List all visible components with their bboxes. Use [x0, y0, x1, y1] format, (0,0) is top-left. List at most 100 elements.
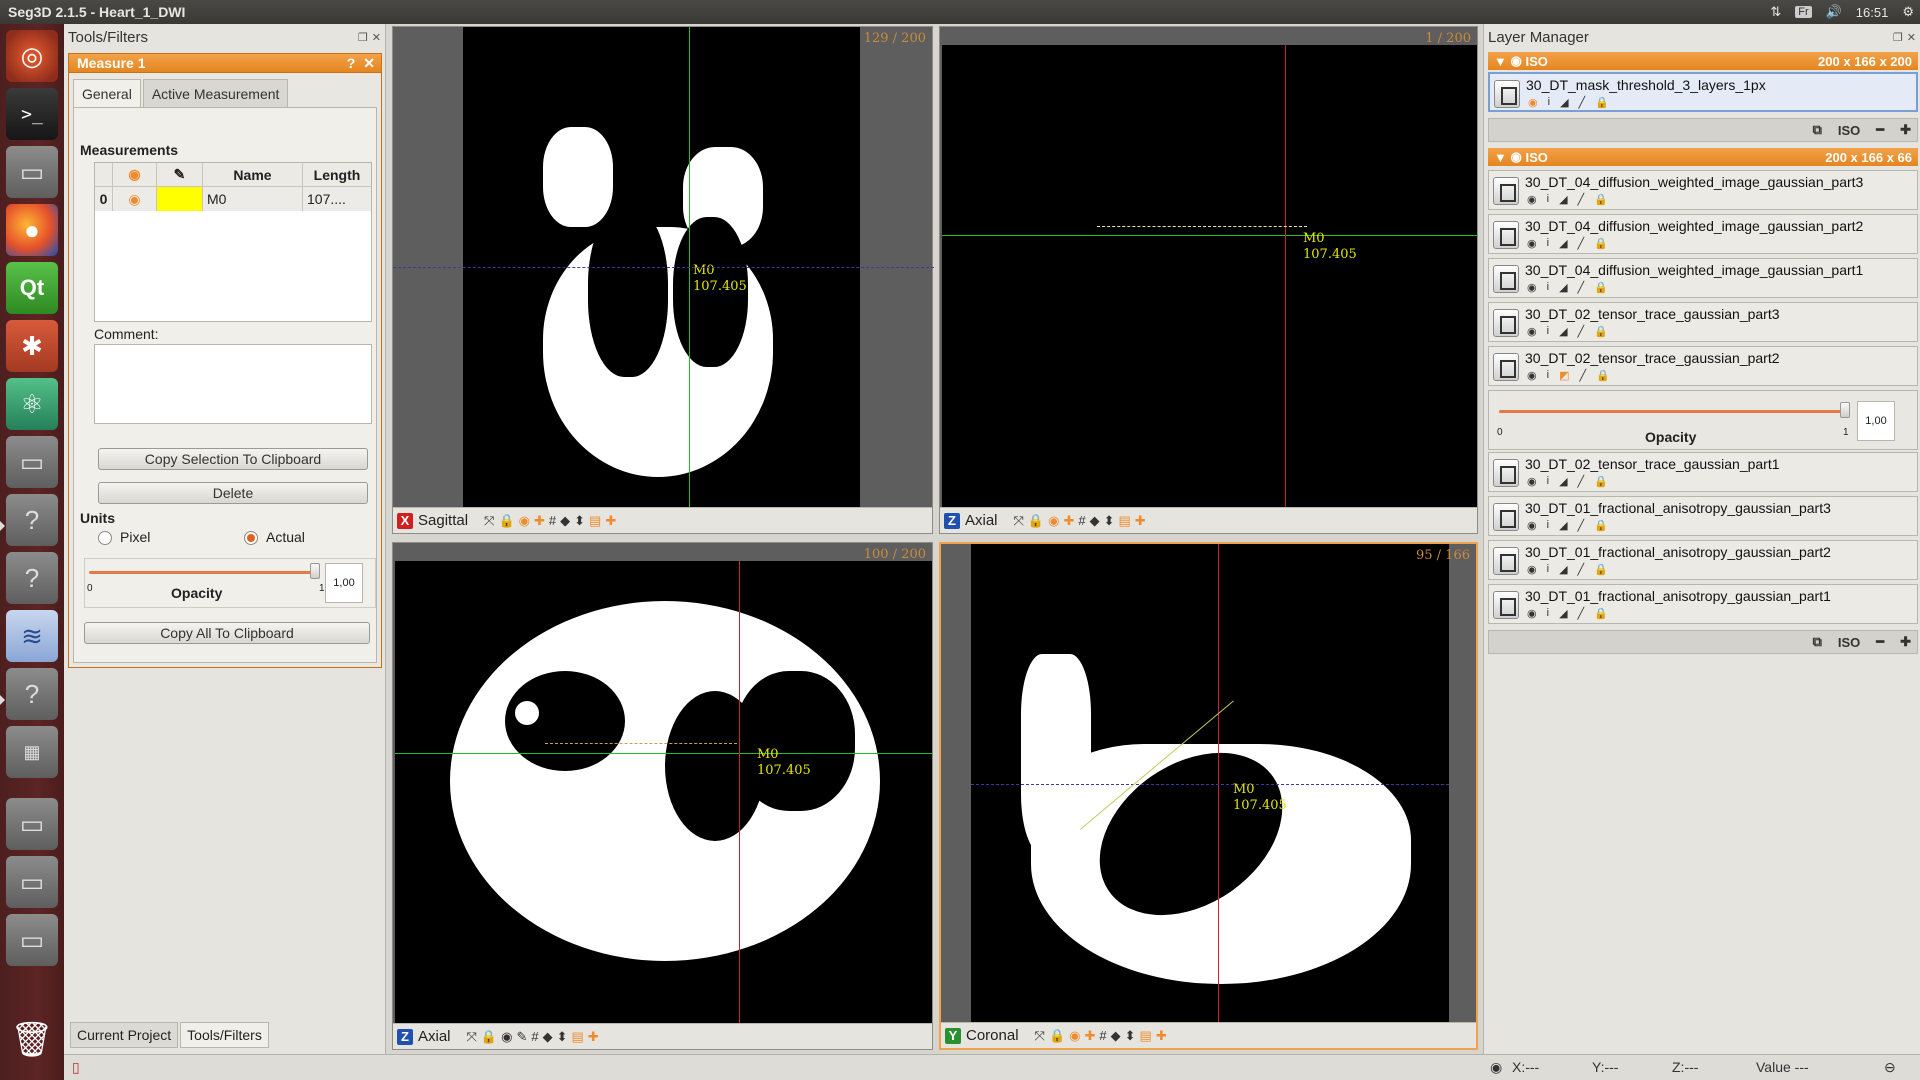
drive-icon[interactable]: ▭: [6, 914, 58, 966]
pen-icon[interactable]: ╱: [1578, 563, 1585, 576]
info-icon[interactable]: i: [1547, 607, 1549, 620]
pen-icon[interactable]: ╱: [1579, 369, 1586, 382]
opacity-spinbox[interactable]: 1,00: [325, 563, 363, 603]
contrast-icon[interactable]: ◢: [1559, 519, 1567, 532]
pen-icon[interactable]: ╱: [1578, 281, 1585, 294]
tab-tools-filters[interactable]: Tools/Filters: [180, 1022, 269, 1048]
flip-vertical-icon[interactable]: ⬍: [557, 1029, 568, 1045]
axial-image[interactable]: M0 107.405: [942, 45, 1477, 507]
view-mode-selector[interactable]: Axial: [965, 512, 998, 529]
comment-field[interactable]: [94, 344, 372, 424]
visibility-icon[interactable]: ◉: [1527, 369, 1537, 382]
row-color-swatch[interactable]: [157, 187, 203, 211]
slice-icon[interactable]: ✚: [605, 513, 616, 529]
visibility-icon[interactable]: ◉: [519, 513, 530, 529]
pen-icon[interactable]: ╱: [1578, 475, 1585, 488]
lock-icon[interactable]: 🔒: [1594, 237, 1608, 250]
info-icon[interactable]: i: [1547, 369, 1549, 382]
lock-icon[interactable]: 🔒: [1049, 1028, 1065, 1044]
viewer-coronal[interactable]: M0 107.405 95 / 166 Y Coronal ⤧ 🔒 ◉ ✚ # ◆ ⬍ ▤ ✚: [939, 542, 1478, 1050]
unknown-app-icon[interactable]: ?: [6, 494, 58, 546]
slice-icon[interactable]: ✚: [1156, 1028, 1167, 1044]
lock-icon[interactable]: 🔒: [1594, 475, 1608, 488]
visibility-icon[interactable]: ◉: [1528, 96, 1538, 109]
contrast-icon[interactable]: ◢: [1559, 237, 1567, 250]
pen-icon[interactable]: ╱: [1578, 237, 1585, 250]
visibility-icon[interactable]: ◉: [1048, 513, 1059, 529]
add-icon[interactable]: ✚: [1900, 122, 1911, 138]
contrast-icon[interactable]: ◢: [1559, 193, 1567, 206]
volume-icon[interactable]: 🔊: [1826, 4, 1842, 20]
float-icon[interactable]: ❐: [358, 31, 368, 44]
unknown-app-icon[interactable]: ?: [6, 668, 58, 720]
opacity-toggle-icon[interactable]: ◩: [1559, 369, 1569, 382]
info-icon[interactable]: i: [1547, 237, 1549, 250]
pen-icon[interactable]: ╱: [1578, 325, 1585, 338]
view-mode-selector[interactable]: Axial: [418, 1028, 451, 1045]
pen-icon[interactable]: ╱: [1578, 607, 1585, 620]
layer-item[interactable]: 30_DT_mask_threshold_3_layers_1px ◉ i ◢ ╱ 🔒: [1488, 72, 1918, 112]
tab-current-project[interactable]: Current Project: [70, 1022, 179, 1048]
visibility-icon[interactable]: ◉: [1527, 325, 1537, 338]
flip-horizontal-icon[interactable]: ◆: [1090, 513, 1100, 529]
unit-pixel-radio[interactable]: [98, 531, 112, 545]
info-icon[interactable]: i: [1547, 519, 1549, 532]
lock-icon[interactable]: 🔒: [1595, 96, 1609, 109]
overlay-icon[interactable]: ✚: [1084, 1028, 1095, 1044]
overlay-icon[interactable]: ✚: [534, 513, 545, 529]
trash-icon[interactable]: 🗑: [6, 1014, 58, 1066]
table-row[interactable]: 0 ◉ M0 107....: [95, 187, 371, 211]
keyboard-layout-indicator[interactable]: Fr: [1795, 6, 1812, 18]
fit-icon[interactable]: ⤧: [1035, 1028, 1045, 1044]
visibility-icon[interactable]: ◉: [1527, 475, 1537, 488]
layer-item[interactable]: 30_DT_02_tensor_trace_gaussian_part3 ◉ i ◢ ╱…: [1488, 302, 1918, 342]
flip-horizontal-icon[interactable]: ◆: [543, 1029, 553, 1045]
settings-gear-icon[interactable]: ⚙: [1902, 4, 1914, 20]
grid-icon[interactable]: #: [549, 513, 556, 529]
layer-item[interactable]: 30_DT_04_diffusion_weighted_image_gaussi…: [1488, 214, 1918, 254]
contrast-icon[interactable]: ◢: [1559, 563, 1567, 576]
terminal-icon[interactable]: >_: [6, 88, 58, 140]
status-mode-icon[interactable]: ⊖: [1884, 1059, 1896, 1076]
group-visibility-icon[interactable]: ◉: [1511, 149, 1522, 165]
duplicate-icon[interactable]: ⧉: [1813, 122, 1822, 138]
close-icon[interactable]: ✕: [1907, 31, 1916, 44]
grid-icon[interactable]: #: [1078, 513, 1085, 529]
lock-icon[interactable]: 🔒: [1594, 563, 1608, 576]
delete-button[interactable]: Delete: [98, 482, 368, 504]
contrast-icon[interactable]: ◢: [1560, 96, 1568, 109]
flip-vertical-icon[interactable]: ⬍: [1125, 1028, 1136, 1044]
viewer-sagittal[interactable]: M0 107.405 129 / 200 X Sagittal ⤧ 🔒 ◉ ✚ # ◆ ⬍ ▤ ✚: [392, 26, 934, 534]
network-icon[interactable]: ⇅: [1770, 4, 1781, 20]
viewer-axial-bottom[interactable]: M0 107.405 100 / 200 Z Axial ⤧ 🔒 ◉ ✎ # ◆ ⬍ ▤ ✚: [392, 542, 933, 1050]
fit-icon[interactable]: ⤧: [467, 1029, 477, 1045]
visibility-icon[interactable]: ◉: [1527, 607, 1537, 620]
info-icon[interactable]: i: [1547, 193, 1549, 206]
opacity-slider-track[interactable]: [89, 571, 315, 574]
opacity-slider-handle[interactable]: [310, 563, 320, 579]
info-icon[interactable]: i: [1548, 96, 1550, 109]
flip-vertical-icon[interactable]: ⬍: [1104, 513, 1115, 529]
collapse-icon[interactable]: ▼: [1494, 54, 1507, 69]
iso-button[interactable]: ISO: [1838, 123, 1860, 138]
layer-opacity-slider-handle[interactable]: [1840, 402, 1850, 418]
clock[interactable]: 16:51: [1856, 5, 1889, 20]
axial-image[interactable]: M0 107.405: [395, 561, 932, 1023]
info-icon[interactable]: i: [1547, 325, 1549, 338]
contrast-icon[interactable]: ◢: [1559, 281, 1567, 294]
close-tool-icon[interactable]: ✕: [363, 55, 375, 72]
grid-icon[interactable]: #: [531, 1029, 538, 1045]
grid-icon[interactable]: #: [1099, 1028, 1106, 1044]
error-log-icon[interactable]: ▯: [72, 1059, 80, 1076]
info-icon[interactable]: i: [1547, 475, 1549, 488]
lock-icon[interactable]: 🔒: [1594, 193, 1608, 206]
lock-icon[interactable]: 🔒: [481, 1029, 497, 1045]
lock-icon[interactable]: 🔒: [1028, 513, 1044, 529]
layer-opacity-slider-track[interactable]: [1499, 410, 1845, 413]
visibility-icon[interactable]: ◉: [1527, 193, 1537, 206]
drive-icon[interactable]: ▭: [6, 856, 58, 908]
lock-icon[interactable]: 🔒: [498, 513, 514, 529]
layer-item[interactable]: 30_DT_04_diffusion_weighted_image_gaussi…: [1488, 258, 1918, 298]
lock-icon[interactable]: 🔒: [1594, 325, 1608, 338]
visibility-icon[interactable]: ◉: [1527, 237, 1537, 250]
